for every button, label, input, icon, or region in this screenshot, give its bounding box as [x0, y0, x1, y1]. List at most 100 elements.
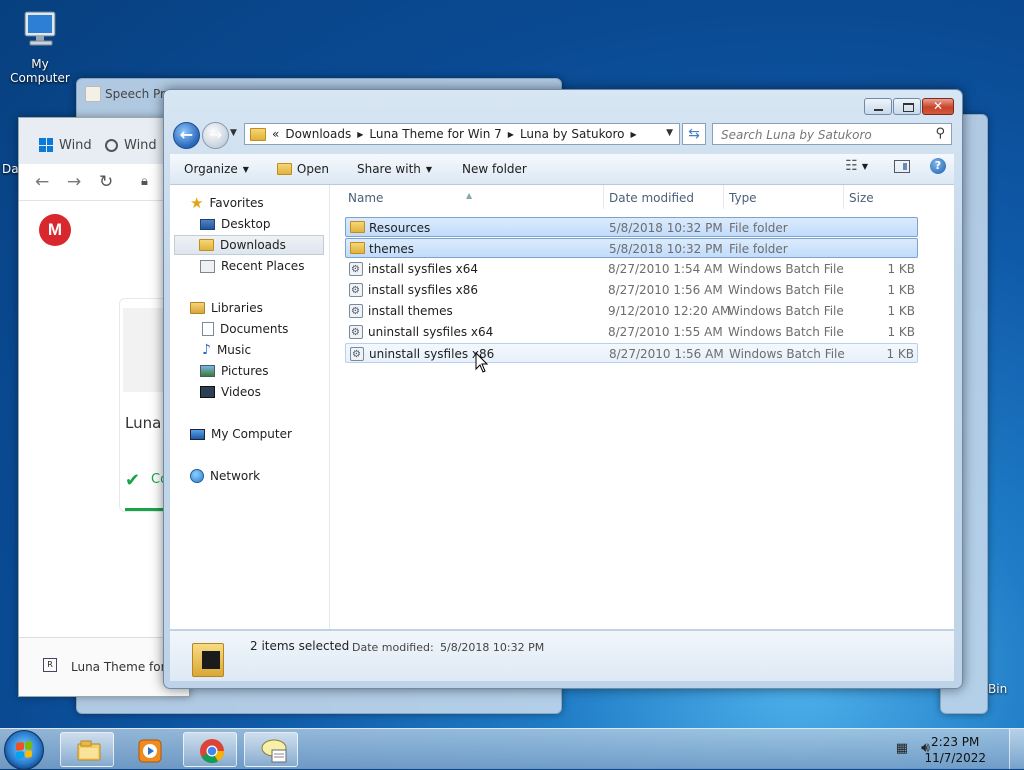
forward-button[interactable]: →: [202, 122, 229, 149]
search-input[interactable]: [719, 125, 923, 145]
nav-videos[interactable]: Videos: [200, 382, 261, 402]
help-icon[interactable]: ?: [930, 158, 946, 174]
nav-desktop[interactable]: Desktop: [200, 214, 271, 234]
refresh-icon: ⇆: [688, 126, 700, 142]
column-divider[interactable]: [603, 185, 604, 209]
minimize-button[interactable]: [864, 98, 892, 115]
address-dropdown-icon[interactable]: ▼: [666, 128, 673, 138]
organize-label: Organize: [184, 162, 238, 176]
column-date-modified[interactable]: Date modified: [609, 191, 694, 205]
nav-libraries[interactable]: Libraries: [190, 298, 263, 318]
back-button[interactable]: ←: [173, 122, 200, 149]
reload-icon[interactable]: ↻: [99, 172, 113, 192]
network-tray-icon[interactable]: ▦: [896, 741, 908, 756]
batch-file-icon: [350, 347, 364, 361]
taskbar-explorer-button[interactable]: [60, 732, 114, 767]
search-icon[interactable]: ⚲: [935, 126, 945, 141]
back-arrow-icon[interactable]: ←: [35, 172, 49, 192]
details-pane: 2 items selected Date modified: 5/8/2018…: [170, 630, 954, 681]
breadcrumb-arrow-icon[interactable]: ▶: [630, 130, 636, 139]
start-button[interactable]: [4, 730, 44, 770]
file-date: 5/8/2018 10:32 PM: [609, 221, 723, 235]
share-with-button[interactable]: Share with ▼: [357, 162, 432, 176]
computer-icon: [24, 11, 56, 46]
file-date: 8/27/2010 1:56 AM: [609, 347, 724, 361]
breadcrumb-arrow-icon[interactable]: ▶: [508, 130, 514, 139]
column-name[interactable]: Name: [348, 191, 383, 205]
file-row[interactable]: uninstall sysfiles x64 8/27/2010 1:55 AM…: [345, 322, 918, 342]
globe-icon: [105, 138, 118, 152]
chrome-tab-2[interactable]: Wind: [105, 130, 157, 160]
chrome-tab-1[interactable]: Wind: [39, 130, 92, 160]
nav-documents[interactable]: Documents: [202, 319, 288, 339]
file-row[interactable]: install sysfiles x64 8/27/2010 1:54 AM W…: [345, 259, 918, 279]
file-row[interactable]: Resources 5/8/2018 10:32 PM File folder: [345, 217, 918, 237]
my-computer-desktop-icon[interactable]: My Computer: [2, 8, 78, 85]
file-row[interactable]: themes 5/8/2018 10:32 PM File folder: [345, 238, 918, 258]
nav-recent-places[interactable]: Recent Places: [200, 256, 304, 276]
view-controls: ☷ ▼ ?: [845, 158, 954, 174]
nav-music[interactable]: ♪ Music: [202, 340, 251, 360]
preview-pane-icon[interactable]: [894, 159, 910, 173]
file-row[interactable]: install sysfiles x86 8/27/2010 1:56 AM W…: [345, 280, 918, 300]
computer-icon: [190, 428, 205, 440]
maximize-button[interactable]: [893, 98, 921, 115]
column-size[interactable]: Size: [849, 191, 874, 205]
column-divider[interactable]: [723, 185, 724, 209]
lock-icon[interactable]: 🔒︎: [141, 174, 148, 189]
close-button[interactable]: ✕: [922, 98, 954, 115]
explorer-window[interactable]: ✕ ← → ▼ « Downloads ▶ Luna Theme for Win…: [163, 89, 963, 689]
refresh-button[interactable]: ⇆: [682, 123, 706, 145]
taskbar-media-player-button[interactable]: [121, 732, 175, 767]
recycle-bin-label[interactable]: Bin: [988, 682, 1007, 696]
batch-file-icon: [349, 325, 363, 339]
media-player-icon: [138, 739, 162, 763]
nav-my-computer[interactable]: My Computer: [190, 424, 292, 444]
breadcrumb-luna-theme[interactable]: Luna Theme for Win 7: [369, 127, 501, 141]
organize-button[interactable]: Organize ▼: [184, 162, 249, 176]
column-headers: ▲ Name Date modified Type Size: [330, 185, 954, 209]
speech-window-title: Speech Pro: [105, 87, 173, 101]
file-row[interactable]: install themes 9/12/2010 12:20 AM Window…: [345, 301, 918, 321]
music-icon: ♪: [202, 342, 211, 358]
address-bar[interactable]: « Downloads ▶ Luna Theme for Win 7 ▶ Lun…: [244, 123, 680, 145]
nav-pictures[interactable]: Pictures: [200, 361, 269, 381]
change-view-icon[interactable]: ☷: [845, 158, 858, 174]
my-computer-label: My Computer: [10, 57, 70, 85]
recent-pages-dropdown-icon[interactable]: ▼: [230, 128, 237, 138]
nav-favorites[interactable]: ★ Favorites: [190, 193, 264, 213]
sort-arrow-icon: ▲: [466, 191, 473, 200]
nav-network[interactable]: Network: [190, 466, 260, 486]
overflow-chevron-icon[interactable]: «: [272, 127, 279, 141]
show-desktop-button[interactable]: [1009, 729, 1024, 769]
nav-downloads[interactable]: Downloads: [174, 235, 324, 255]
rar-file-icon: R: [43, 658, 57, 672]
open-button[interactable]: Open: [276, 162, 329, 176]
clock[interactable]: 2:23 PM 11/7/2022: [924, 734, 986, 766]
column-type[interactable]: Type: [729, 191, 757, 205]
checkmark-icon: ✔: [125, 470, 141, 491]
file-type: Windows Batch File: [728, 283, 844, 297]
forward-arrow-icon: →: [208, 125, 223, 144]
breadcrumb-luna-satukoro[interactable]: Luna by Satukoro: [520, 127, 625, 141]
clock-time: 2:23 PM: [931, 735, 980, 749]
taskbar: ▦ 🔊︎ 2:23 PM 11/7/2022: [0, 728, 1024, 770]
new-folder-button[interactable]: New folder: [462, 162, 527, 176]
speech-bubble-icon: [261, 739, 287, 763]
column-divider[interactable]: [843, 185, 844, 209]
nav-music-label: Music: [216, 343, 252, 357]
folder-icon: [350, 221, 365, 233]
nav-libraries-label: Libraries: [211, 301, 263, 315]
search-box[interactable]: ⚲: [712, 123, 952, 145]
file-row[interactable]: uninstall sysfiles x86 8/27/2010 1:56 AM…: [345, 343, 918, 363]
file-size: 1 KB: [887, 304, 915, 318]
chrome-tab-1-label: Wind: [59, 137, 92, 153]
taskbar-speech-button[interactable]: [244, 732, 298, 767]
view-dropdown-icon[interactable]: ▼: [862, 162, 868, 171]
nav-recent-places-label: Recent Places: [221, 259, 305, 273]
forward-arrow-icon[interactable]: →: [67, 172, 81, 192]
breadcrumb-arrow-icon[interactable]: ▶: [357, 130, 363, 139]
download-item-label[interactable]: Luna Theme for: [71, 660, 166, 674]
breadcrumb-downloads[interactable]: Downloads: [285, 127, 351, 141]
taskbar-chrome-button[interactable]: [183, 732, 237, 767]
